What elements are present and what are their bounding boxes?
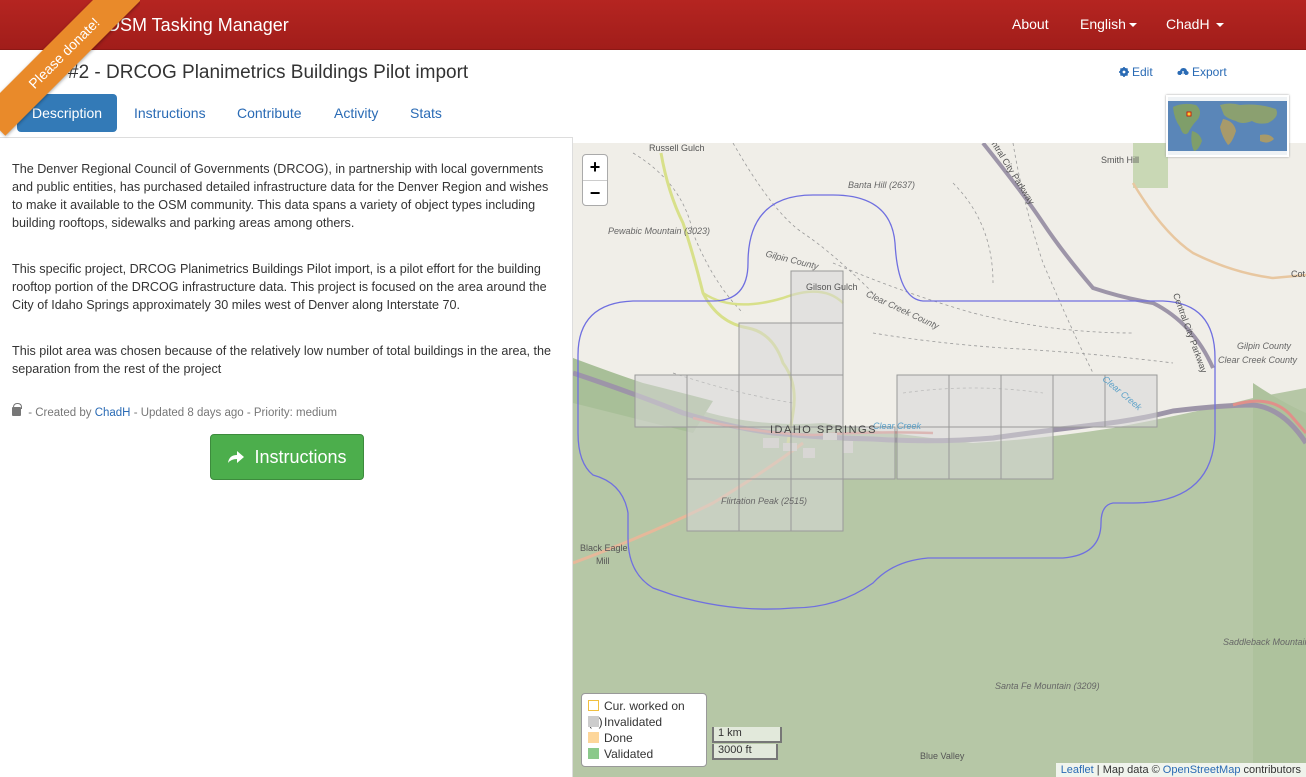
- map-label: Gilson Gulch: [806, 282, 858, 292]
- legend-swatch: [588, 700, 599, 711]
- legend-label: Invalidated: [604, 715, 663, 729]
- chevron-down-icon: [1215, 23, 1224, 28]
- language-label: English: [1080, 16, 1126, 32]
- scale-km: 1 km: [712, 727, 782, 743]
- meta-created: - Created by: [28, 407, 92, 419]
- legend-item: Cur. worked on (0): [588, 698, 700, 729]
- map-label: Mill: [596, 556, 610, 566]
- map-label: Santa Fe Mountain (3209): [995, 681, 1100, 691]
- tab-contribute[interactable]: Contribute: [222, 94, 317, 132]
- map-label: Blue Valley: [920, 751, 965, 761]
- gear-icon: [1119, 67, 1129, 77]
- map-scale: 1 km 3000 ft: [712, 727, 782, 760]
- map-label: Smith Hill: [1101, 155, 1140, 165]
- legend-item: Validated: [588, 746, 700, 762]
- tab-activity[interactable]: Activity: [319, 94, 393, 132]
- chevron-down-icon: [1128, 23, 1137, 28]
- attribution-text: | Map data ©: [1096, 764, 1160, 776]
- zoom-out-button[interactable]: −: [583, 180, 607, 205]
- legend-swatch: [588, 748, 599, 759]
- language-dropdown[interactable]: English: [1080, 16, 1137, 32]
- overview-minimap[interactable]: [1166, 95, 1289, 157]
- map-tiles: [573, 143, 1306, 777]
- map-label: Saddleback Mountain: [1223, 637, 1306, 647]
- share-arrow-icon: [228, 451, 245, 463]
- export-link[interactable]: Export: [1177, 65, 1227, 79]
- scale-ft: 3000 ft: [712, 744, 778, 760]
- map-label: Flirtation Peak (2515): [721, 496, 808, 506]
- legend-label: Done: [604, 731, 633, 745]
- zoom-control: + −: [582, 154, 608, 206]
- legend-swatch: [588, 732, 599, 743]
- map-label: Clear Creek County: [1218, 355, 1298, 365]
- map-label: Russell Gulch: [649, 143, 705, 153]
- top-navbar: OSM Tasking Manager About English ChadH: [0, 0, 1306, 50]
- legend-item: Invalidated: [588, 714, 700, 730]
- map-label: Clear Creek: [873, 421, 922, 431]
- donate-ribbon[interactable]: Please donate!: [0, 0, 140, 136]
- zoom-in-button[interactable]: +: [583, 155, 607, 180]
- author-link[interactable]: ChadH: [95, 407, 131, 419]
- edit-link[interactable]: Edit: [1119, 65, 1153, 79]
- description-panel: The Denver Regional Council of Governmen…: [0, 137, 573, 777]
- task-map[interactable]: Russell Gulch Smith Hill Banta Hill (263…: [573, 143, 1306, 777]
- map-attribution: Leaflet | Map data © OpenStreetMap contr…: [1055, 763, 1306, 777]
- user-label: ChadH: [1166, 16, 1210, 32]
- world-map-thumbnail: [1168, 97, 1287, 155]
- edit-label: Edit: [1132, 65, 1153, 79]
- map-label: Banta Hill (2637): [848, 180, 916, 190]
- attribution-contributors: contributors: [1243, 764, 1301, 776]
- project-meta: - Created by ChadH - Updated 8 days ago …: [12, 403, 337, 419]
- legend-item: Done: [588, 730, 700, 746]
- map-label: Pewabic Mountain (3023): [608, 226, 711, 236]
- instructions-button-label: Instructions: [254, 447, 347, 467]
- description-paragraph: This specific project, DRCOG Planimetric…: [12, 262, 547, 312]
- tab-stats[interactable]: Stats: [395, 94, 457, 132]
- donate-ribbon-container: Please donate!: [0, 0, 140, 140]
- map-label: Black Eagle: [580, 543, 628, 553]
- instructions-button[interactable]: Instructions: [210, 434, 364, 480]
- map-legend: Cur. worked on (0) Invalidated Done Vali…: [581, 693, 707, 767]
- map-label: Cot: [1291, 269, 1306, 279]
- export-label: Export: [1192, 65, 1227, 79]
- cloud-download-icon: [1177, 68, 1189, 77]
- legend-swatch: [588, 716, 599, 727]
- about-link[interactable]: About: [1012, 16, 1049, 32]
- lock-icon: [12, 403, 22, 416]
- legend-label: Validated: [604, 747, 654, 761]
- osm-link[interactable]: OpenStreetMap: [1163, 764, 1241, 776]
- meta-updated: - Updated 8 days ago - Priority: medium: [133, 407, 337, 419]
- user-dropdown[interactable]: ChadH: [1166, 16, 1224, 32]
- map-label: Gilpin County: [1237, 341, 1292, 351]
- description-paragraph: The Denver Regional Council of Governmen…: [12, 162, 549, 230]
- map-town-label: IDAHO SPRINGS: [770, 424, 877, 436]
- description-paragraph: This pilot area was chosen because of th…: [12, 344, 552, 376]
- leaflet-link[interactable]: Leaflet: [1061, 764, 1094, 776]
